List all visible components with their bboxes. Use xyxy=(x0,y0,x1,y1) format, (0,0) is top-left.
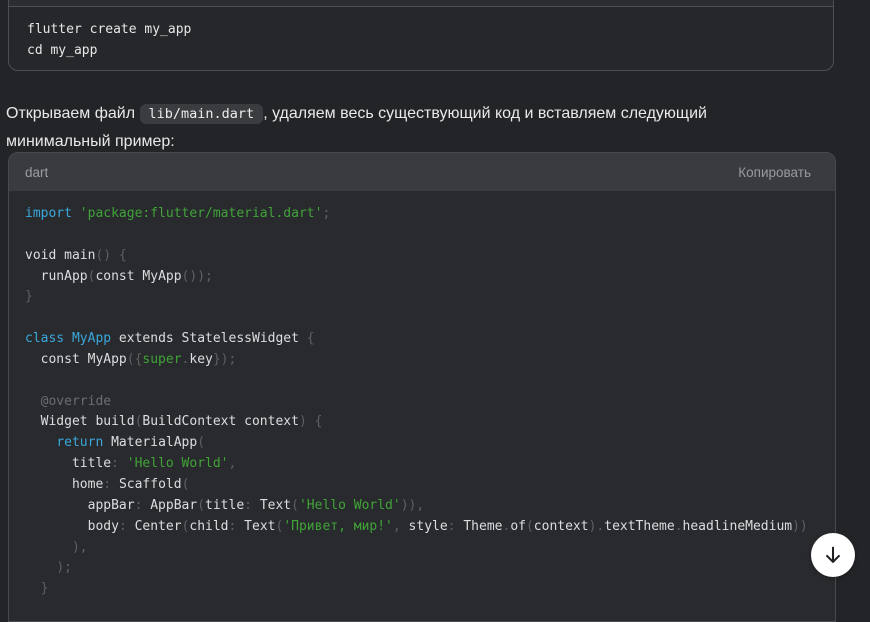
code-line: appBar: AppBar(title: Text('Hello World'… xyxy=(25,496,835,517)
code-language-label: dart xyxy=(25,165,48,180)
code-line: Widget build(BuildContext context) { xyxy=(25,412,835,433)
inline-code-filename: lib/main.dart xyxy=(140,104,264,124)
chat-page: { "colors": { "page_bg": "#232428", "cod… xyxy=(0,0,870,595)
scroll-to-bottom-button[interactable] xyxy=(811,533,855,577)
code-line xyxy=(25,371,835,392)
terminal-code-block-header xyxy=(9,0,833,7)
code-line: @override xyxy=(25,392,835,413)
dart-code-block: dart Копировать import 'package:flutter/… xyxy=(8,152,836,622)
code-line xyxy=(25,308,835,329)
code-content: import 'package:flutter/material.dart'; … xyxy=(9,191,835,600)
code-block-header: dart Копировать xyxy=(9,153,835,191)
code-line: const MyApp({super.key}); xyxy=(25,350,835,371)
code-line: ); xyxy=(25,558,835,579)
code-line xyxy=(25,225,835,246)
code-line: } xyxy=(25,287,835,308)
code-line: body: Center(child: Text('Привет, мир!',… xyxy=(25,517,835,538)
code-line: class MyApp extends StatelessWidget { xyxy=(25,329,835,350)
code-line: void main() { xyxy=(25,246,835,267)
terminal-code: flutter create my_app cd my_app xyxy=(9,7,833,61)
code-line: runApp(const MyApp()); xyxy=(25,267,835,288)
code-line: } xyxy=(25,579,835,600)
code-line: home: Scaffold( xyxy=(25,475,835,496)
code-line: import 'package:flutter/material.dart'; xyxy=(25,204,835,225)
code-line: title: 'Hello World', xyxy=(25,454,835,475)
terminal-code-block: flutter create my_app cd my_app xyxy=(8,0,834,71)
arrow-down-icon xyxy=(822,544,844,566)
paragraph-text-before: Открываем файл xyxy=(6,105,140,122)
code-line: ), xyxy=(25,538,835,559)
code-line: return MaterialApp( xyxy=(25,433,835,454)
message-paragraph: Открываем файл lib/main.dart, удаляем ве… xyxy=(6,100,762,155)
copy-code-button[interactable]: Копировать xyxy=(738,165,811,180)
